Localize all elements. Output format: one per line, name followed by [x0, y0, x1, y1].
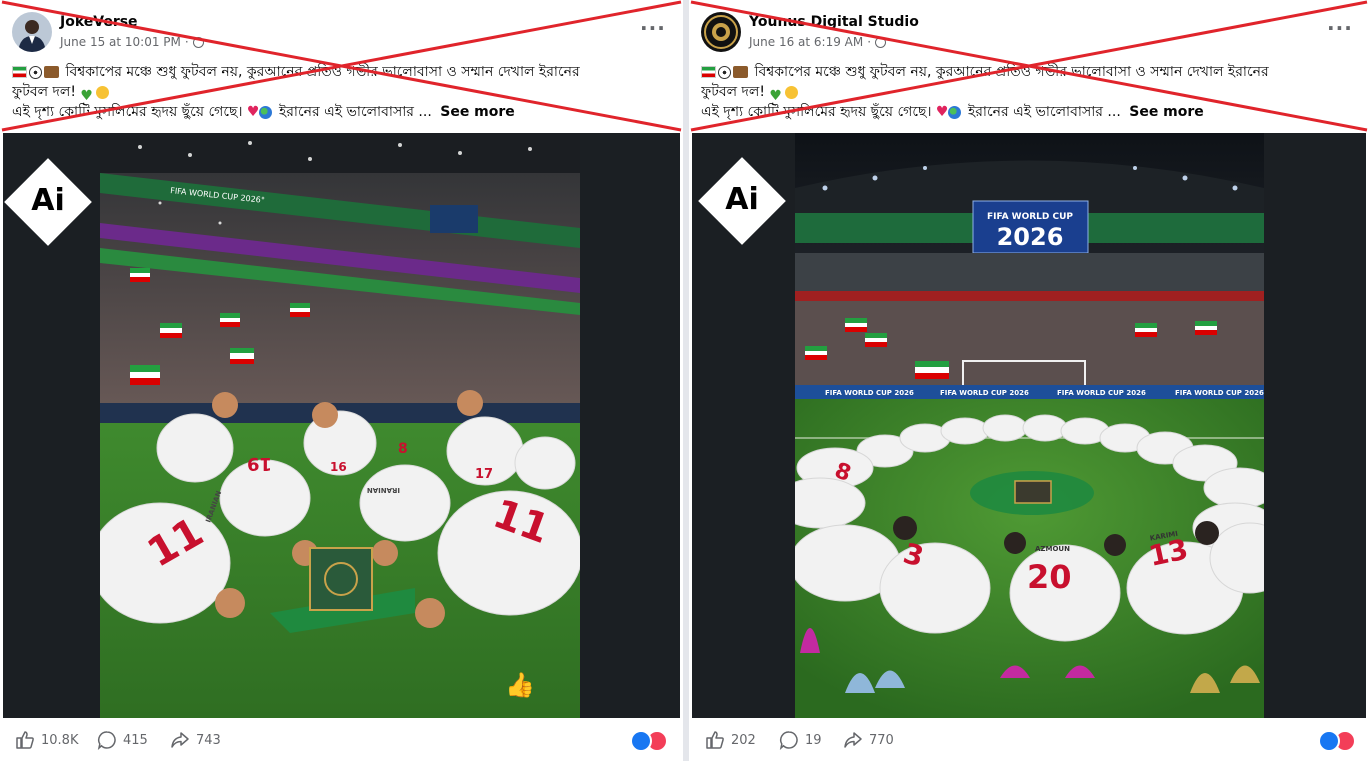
see-more-link[interactable]: See more [440, 104, 515, 120]
caption-text-3b: ইরানের এই ভালোবাসার ... [967, 104, 1121, 120]
post-actions-bar: 202 19 770 [689, 725, 1369, 755]
screen-title: FIFA WORLD CUP [987, 212, 1073, 222]
green-heart-emoji: ♥ [80, 87, 93, 103]
facebook-post-1: JokeVerse June 15 at 10:01 PM · ··· বিশ্… [0, 0, 683, 761]
author-name[interactable]: JokeVerse [60, 14, 138, 30]
post-caption: বিশ্বকাপের মঞ্চে শুধু ফুটবল নয়, কুরআনের… [701, 62, 1357, 122]
hugging-emoji [785, 85, 799, 99]
thumbs-up-emoji: 👍 [505, 671, 535, 699]
caption-text-3: এই দৃশ্য কোটি মুসলিমের হৃদয় ছুঁয়ে গেছে… [12, 104, 243, 120]
jersey-number: 17 [475, 467, 493, 482]
caption-text-2: ফুটবল দল! [12, 84, 76, 100]
post-actions-bar: 10.8K 415 743 [0, 725, 683, 755]
caption-text-3b: ইরানের এই ভালোবাসার ... [278, 104, 432, 120]
like-count: 10.8K [41, 732, 79, 748]
ai-badge-label: Ai [31, 183, 65, 218]
jersey-number: 20 [1027, 558, 1072, 596]
like-reaction-icon [630, 730, 652, 752]
ad-board-text: FIFA WORLD CUP 2026 [940, 389, 1029, 397]
share-button[interactable]: 743 [170, 730, 221, 750]
post-meta: June 16 at 6:19 AM · [749, 35, 887, 49]
comment-button[interactable]: 415 [97, 730, 148, 750]
globe-icon [192, 36, 204, 48]
reaction-summary[interactable] [1318, 730, 1356, 752]
comment-icon [97, 731, 116, 750]
book-emoji [733, 66, 748, 78]
iran-flag-emoji [12, 66, 27, 78]
globe-emoji [259, 105, 273, 119]
ad-board-text: FIFA WORLD CUP 2026 [1057, 389, 1146, 397]
book-emoji [44, 66, 59, 78]
ad-board-text: FIFA WORLD CUP 2026 [1175, 389, 1264, 397]
comment-count: 415 [123, 732, 148, 748]
stadium-photo: FIFA WORLD CUP 2026 FIFA WORLD CUP 2026 … [795, 133, 1264, 718]
share-icon [844, 732, 862, 748]
like-count: 202 [731, 732, 756, 748]
caption-text-1: বিশ্বকাপের মঞ্চে শুধু ফুটবল নয়, কুরআনের… [754, 64, 1269, 80]
post-caption: বিশ্বকাপের মঞ্চে শুধু ফুটবল নয়, কুরআনের… [12, 62, 671, 122]
caption-text-2: ফুটবল দল! [701, 84, 765, 100]
meta-separator: · [184, 35, 189, 49]
author-name[interactable]: Younus Digital Studio [749, 14, 919, 30]
caption-text-3: এই দৃশ্য কোটি মুসলিমের হৃদয় ছুঁয়ে গেছে… [701, 104, 932, 120]
comment-icon [779, 731, 798, 750]
reaction-summary[interactable] [630, 730, 668, 752]
see-more-link[interactable]: See more [1129, 104, 1204, 120]
screen-year: 2026 [997, 223, 1064, 251]
more-options-button[interactable]: ··· [1327, 18, 1353, 38]
like-reaction-icon [1318, 730, 1340, 752]
red-heart-emoji: ♥ [246, 104, 260, 120]
author-avatar[interactable] [12, 12, 52, 52]
like-button[interactable]: 202 [705, 730, 756, 750]
meta-separator: · [867, 35, 872, 49]
jersey-number: 8 [398, 441, 408, 457]
post-meta: June 15 at 10:01 PM · [60, 35, 204, 49]
stadium-photo: FIFA WORLD CUP 2026° 11 16 8 17 19 11 IR… [100, 133, 580, 718]
caption-text-1: বিশ্বকাপের মঞ্চে শুধু ফুটবল নয়, কুরআনের… [65, 64, 580, 80]
like-button[interactable]: 10.8K [15, 730, 78, 750]
soccer-ball-emoji [29, 65, 42, 79]
ad-board-text: FIFA WORLD CUP 2026 [825, 389, 914, 397]
jersey-number: 19 [247, 453, 272, 474]
jersey-name: AZMOUN [1035, 545, 1070, 553]
comment-count: 19 [805, 732, 822, 748]
share-count: 743 [196, 732, 221, 748]
share-button[interactable]: 770 [843, 730, 894, 750]
globe-emoji [948, 105, 962, 119]
red-heart-emoji: ♥ [935, 104, 949, 120]
more-options-button[interactable]: ··· [640, 18, 666, 38]
iran-flag-emoji [701, 66, 716, 78]
ai-badge-label: Ai [725, 182, 759, 217]
jersey-name: IRANIAN [367, 486, 400, 494]
green-heart-emoji: ♥ [769, 87, 782, 103]
post-date[interactable]: June 15 at 10:01 PM [60, 35, 181, 49]
post-image[interactable]: FIFA WORLD CUP 2026 FIFA WORLD CUP 2026 … [692, 133, 1366, 718]
globe-icon [875, 36, 887, 48]
share-icon [171, 732, 189, 748]
post-image[interactable]: FIFA WORLD CUP 2026° 11 16 8 17 19 11 IR… [3, 133, 680, 718]
post-date[interactable]: June 16 at 6:19 AM [749, 35, 863, 49]
comment-button[interactable]: 19 [779, 730, 822, 750]
thumbs-up-icon [706, 731, 724, 749]
share-count: 770 [869, 732, 894, 748]
facebook-post-2: Younus Digital Studio June 16 at 6:19 AM… [689, 0, 1369, 761]
hugging-emoji [96, 85, 110, 99]
thumbs-up-icon [16, 731, 34, 749]
soccer-ball-emoji [718, 65, 731, 79]
author-avatar[interactable] [701, 12, 741, 52]
jersey-number: 16 [330, 460, 347, 474]
